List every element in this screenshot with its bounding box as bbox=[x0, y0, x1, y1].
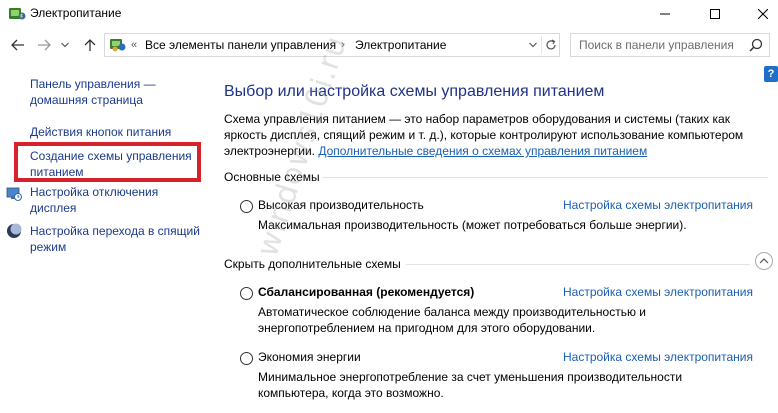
page-title: Выбор или настройка схемы управления пит… bbox=[224, 83, 605, 100]
power-options-icon bbox=[9, 8, 26, 20]
plan-settings-link[interactable]: Настройка схемы электропитания bbox=[563, 285, 753, 299]
search-input[interactable]: Поиск в панели управления bbox=[570, 33, 770, 57]
sidebar-item-power-buttons[interactable]: Действия кнопок питания bbox=[30, 124, 200, 140]
maximize-icon bbox=[710, 9, 720, 19]
chevron-up-icon bbox=[759, 258, 769, 264]
radio-power-saver[interactable] bbox=[240, 352, 253, 365]
maximize-button[interactable] bbox=[692, 0, 738, 28]
plan-description: Максимальная производительность (может п… bbox=[258, 218, 687, 232]
chevron-down-icon bbox=[61, 42, 69, 48]
plan-description: Минимальное энергопотребление за счет ум… bbox=[258, 370, 683, 400]
radio-balanced[interactable] bbox=[240, 287, 253, 300]
search-placeholder: Поиск в панели управления bbox=[579, 38, 734, 52]
divider bbox=[406, 264, 750, 265]
plan-name[interactable]: Экономия энергии bbox=[258, 350, 361, 364]
breadcrumb-power-options[interactable]: Электропитание bbox=[355, 38, 446, 52]
plan-description: Автоматическое соблюдение баланса между … bbox=[258, 305, 647, 335]
minimize-button[interactable] bbox=[642, 0, 688, 28]
sidebar-item-sleep[interactable]: Настройка перехода в спящий режим bbox=[30, 223, 200, 255]
refresh-button[interactable] bbox=[541, 36, 559, 54]
window-title: Электропитание bbox=[30, 6, 122, 20]
control-panel-icon bbox=[110, 39, 126, 52]
breadcrumb-all-items[interactable]: Все элементы панели управления bbox=[145, 38, 336, 52]
arrow-up-icon bbox=[84, 39, 96, 51]
monitor-icon bbox=[6, 187, 22, 201]
close-button[interactable] bbox=[740, 0, 778, 28]
minimize-icon bbox=[660, 13, 670, 15]
radio-high-performance[interactable] bbox=[240, 200, 253, 213]
divider bbox=[322, 177, 768, 178]
search-icon bbox=[749, 38, 763, 52]
plan-settings-link[interactable]: Настройка схемы электропитания bbox=[563, 350, 753, 364]
highlight-frame bbox=[14, 142, 201, 182]
hidden-plans-label: Скрыть дополнительные схемы bbox=[224, 257, 401, 271]
back-button[interactable] bbox=[8, 35, 28, 55]
breadcrumb-separator: « bbox=[131, 39, 138, 51]
navigation-bar: « Все элементы панели управления › Элект… bbox=[0, 30, 778, 60]
plan-settings-link[interactable]: Настройка схемы электропитания bbox=[563, 198, 753, 212]
address-dropdown-button[interactable] bbox=[525, 37, 539, 53]
title-bar: Электропитание bbox=[0, 0, 778, 28]
arrow-right-icon bbox=[38, 39, 51, 51]
sidebar: Панель управления — домашняя страница Де… bbox=[0, 60, 210, 413]
forward-button[interactable] bbox=[34, 35, 54, 55]
close-icon bbox=[758, 9, 768, 19]
sidebar-item-home[interactable]: Панель управления — домашняя страница bbox=[30, 76, 200, 108]
more-info-link[interactable]: Дополнительные сведения о схемах управле… bbox=[318, 144, 647, 158]
chevron-down-icon bbox=[528, 42, 537, 48]
plan-name[interactable]: Сбалансированная (рекомендуется) bbox=[258, 285, 474, 299]
recent-locations-button[interactable] bbox=[58, 35, 72, 55]
collapse-button[interactable] bbox=[755, 252, 773, 270]
up-button[interactable] bbox=[80, 35, 100, 55]
sidebar-item-display-off[interactable]: Настройка отключения дисплея bbox=[30, 184, 200, 216]
arrow-left-icon bbox=[11, 39, 24, 51]
moon-icon bbox=[7, 223, 22, 238]
refresh-icon bbox=[545, 39, 556, 50]
